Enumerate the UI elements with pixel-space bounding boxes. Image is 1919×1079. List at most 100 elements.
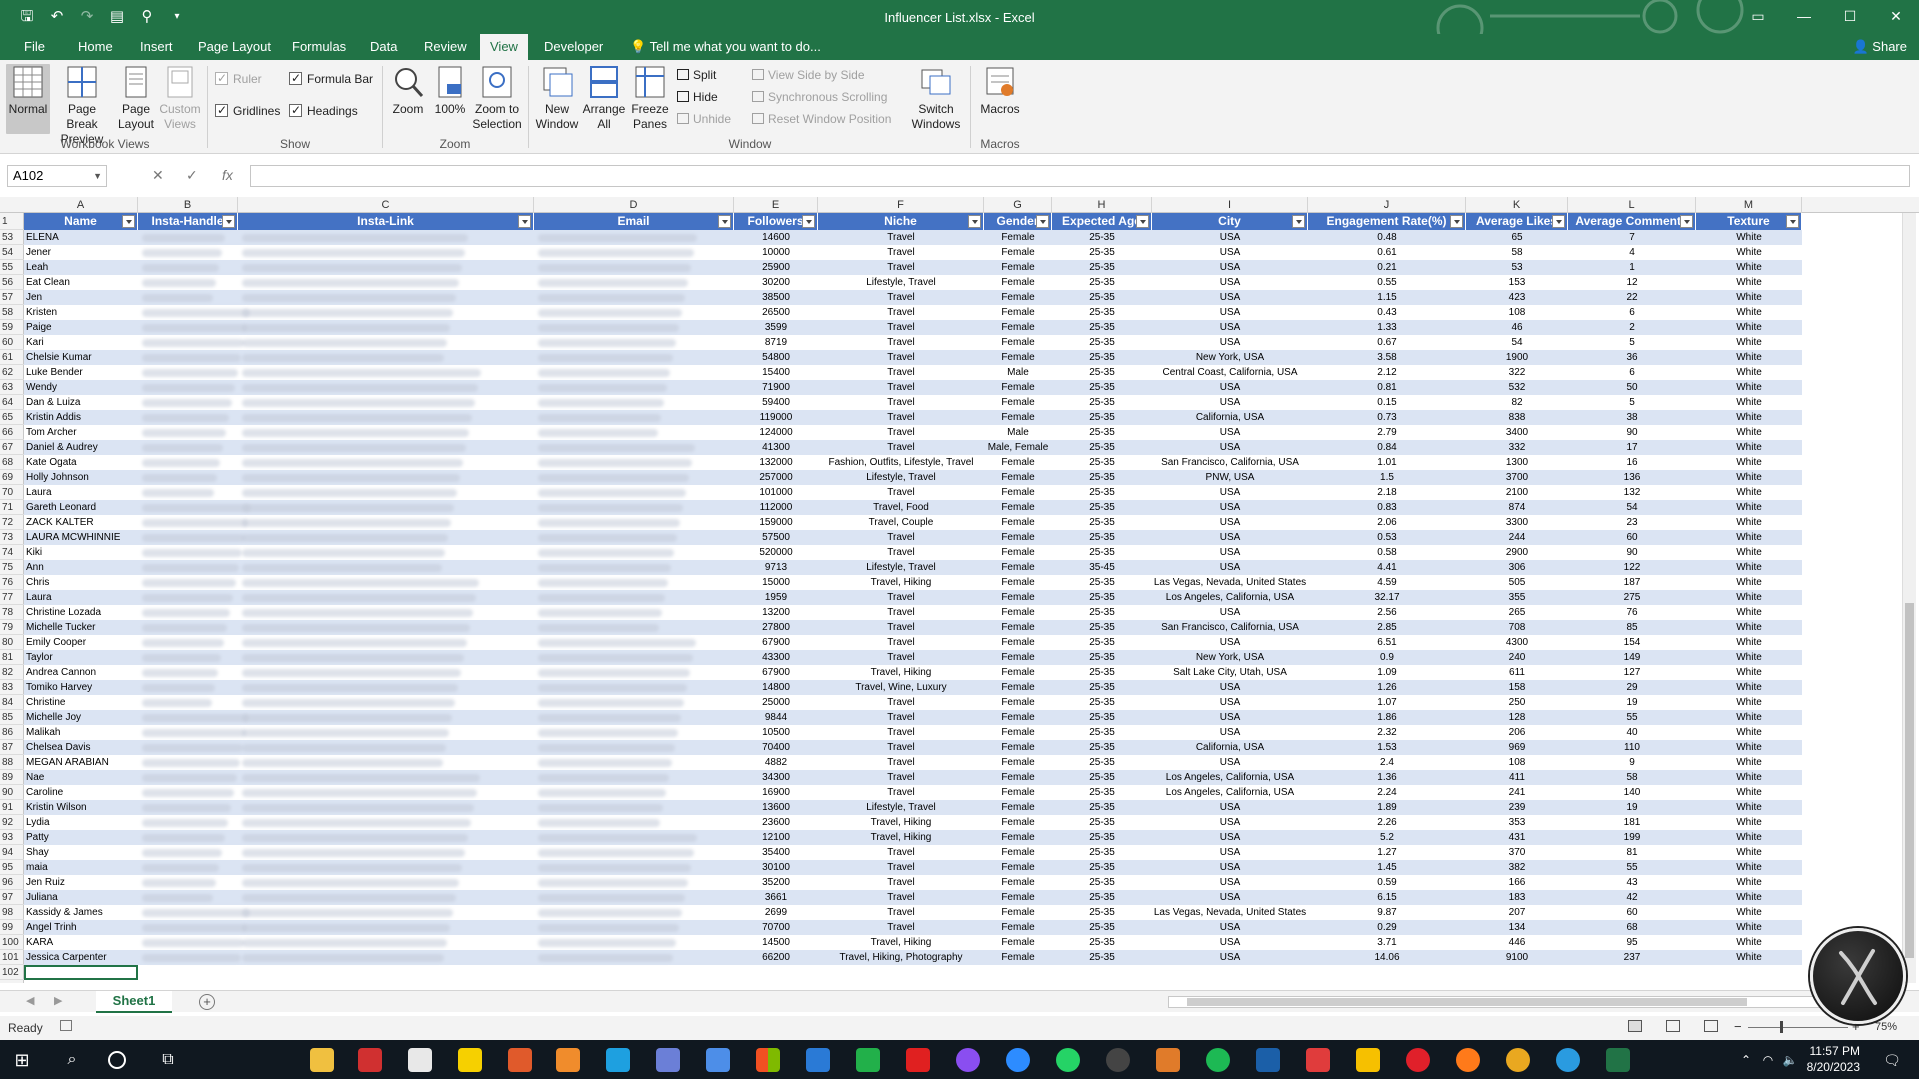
windows-start-icon[interactable]: ⊞ xyxy=(10,1048,34,1072)
cell-comments[interactable]: 110 xyxy=(1568,740,1696,755)
cell-city[interactable]: USA xyxy=(1152,635,1308,650)
cell-city[interactable]: USA xyxy=(1152,800,1308,815)
cell-followers[interactable]: 3661 xyxy=(734,890,818,905)
cell-texture[interactable]: White xyxy=(1696,635,1802,650)
cell-gender[interactable]: Female xyxy=(984,380,1052,395)
cell-comments[interactable]: 68 xyxy=(1568,920,1696,935)
cell-city[interactable]: USA xyxy=(1152,440,1308,455)
cell-eng[interactable]: 5.2 xyxy=(1308,830,1466,845)
cell-city[interactable]: USA xyxy=(1152,605,1308,620)
table-header-cell[interactable]: Gender xyxy=(984,213,1052,230)
formula-bar-checkbox[interactable]: Formula Bar xyxy=(289,69,373,88)
cell-gender[interactable]: Female xyxy=(984,665,1052,680)
cell-followers[interactable]: 10500 xyxy=(734,725,818,740)
row-header[interactable]: 98 xyxy=(0,905,24,920)
cell-gender[interactable]: Female xyxy=(984,620,1052,635)
cell-gender[interactable]: Female xyxy=(984,845,1052,860)
cell-city[interactable]: USA xyxy=(1152,710,1308,725)
cell-gender[interactable]: Female xyxy=(984,245,1052,260)
cell-name[interactable]: Chelsie Kumar xyxy=(24,350,138,365)
row-header[interactable]: 97 xyxy=(0,890,24,905)
cell-texture[interactable]: White xyxy=(1696,530,1802,545)
page-break-status-icon[interactable] xyxy=(1704,1020,1718,1032)
cell-comments[interactable]: 55 xyxy=(1568,860,1696,875)
cell-comments[interactable]: 2 xyxy=(1568,320,1696,335)
cell-name[interactable]: Chris xyxy=(24,575,138,590)
redacted-cell[interactable] xyxy=(142,714,249,722)
filter-dropdown-icon[interactable] xyxy=(1136,215,1149,228)
cell-age[interactable]: 25-35 xyxy=(1052,665,1152,680)
cell-eng[interactable]: 0.21 xyxy=(1308,260,1466,275)
cell-followers[interactable]: 3599 xyxy=(734,320,818,335)
cell-niche[interactable]: Travel, Hiking xyxy=(818,575,984,590)
cell-name[interactable]: Laura xyxy=(24,590,138,605)
whatsapp-icon[interactable] xyxy=(1056,1048,1080,1072)
redacted-cell[interactable] xyxy=(142,564,239,572)
redacted-cell[interactable] xyxy=(538,714,681,722)
redacted-cell[interactable] xyxy=(538,354,673,362)
cell-likes[interactable]: 382 xyxy=(1466,860,1568,875)
tray-chevron-icon[interactable]: ⌃ xyxy=(1734,1048,1758,1072)
cell-niche[interactable]: Travel xyxy=(818,350,984,365)
cell-niche[interactable]: Travel xyxy=(818,635,984,650)
cell-comments[interactable]: 90 xyxy=(1568,425,1696,440)
cell-city[interactable]: USA xyxy=(1152,860,1308,875)
cell-eng[interactable]: 2.24 xyxy=(1308,785,1466,800)
cell-followers[interactable]: 43300 xyxy=(734,650,818,665)
cell-niche[interactable]: Travel xyxy=(818,485,984,500)
cell-gender[interactable]: Female xyxy=(984,410,1052,425)
cell-gender[interactable]: Female xyxy=(984,335,1052,350)
cell-city[interactable]: Los Angeles, California, USA xyxy=(1152,590,1308,605)
cell-gender[interactable]: Female xyxy=(984,815,1052,830)
redacted-cell[interactable] xyxy=(242,879,459,887)
table-header-cell[interactable]: Name xyxy=(24,213,138,230)
redacted-cell[interactable] xyxy=(538,504,683,512)
firefox-icon[interactable] xyxy=(1456,1048,1480,1072)
cell-niche[interactable]: Travel xyxy=(818,545,984,560)
cell-comments[interactable]: 6 xyxy=(1568,305,1696,320)
redacted-cell[interactable] xyxy=(242,279,459,287)
redacted-cell[interactable] xyxy=(538,279,688,287)
cell-texture[interactable]: White xyxy=(1696,785,1802,800)
filter-dropdown-icon[interactable] xyxy=(222,215,235,228)
cell-eng[interactable]: 2.26 xyxy=(1308,815,1466,830)
redacted-cell[interactable] xyxy=(538,459,692,467)
search-icon[interactable]: ⌕ xyxy=(60,1048,84,1072)
cell-comments[interactable]: 9 xyxy=(1568,755,1696,770)
row-header[interactable]: 67 xyxy=(0,440,24,455)
cell-name[interactable]: Gareth Leonard xyxy=(24,500,138,515)
cell-niche[interactable]: Travel, Hiking, Photography xyxy=(818,950,984,965)
cell-texture[interactable]: White xyxy=(1696,650,1802,665)
redacted-cell[interactable] xyxy=(142,384,235,392)
cell-city[interactable]: USA xyxy=(1152,890,1308,905)
redacted-cell[interactable] xyxy=(242,639,467,647)
cell-niche[interactable]: Travel xyxy=(818,230,984,245)
cell-comments[interactable]: 60 xyxy=(1568,905,1696,920)
cell-texture[interactable]: White xyxy=(1696,740,1802,755)
redacted-cell[interactable] xyxy=(142,504,251,512)
redacted-cell[interactable] xyxy=(142,924,247,932)
redacted-cell[interactable] xyxy=(142,429,226,437)
cell-eng[interactable]: 1.86 xyxy=(1308,710,1466,725)
cell-niche[interactable]: Travel xyxy=(818,695,984,710)
page-layout-button[interactable]: Page Layout xyxy=(116,64,156,132)
cell-name[interactable]: Michelle Tucker xyxy=(24,620,138,635)
cell-city[interactable]: USA xyxy=(1152,515,1308,530)
cell-niche[interactable]: Travel xyxy=(818,305,984,320)
cell-city[interactable]: Las Vegas, Nevada, United States xyxy=(1152,905,1308,920)
zoom-to-selection-button[interactable]: Zoom to Selection xyxy=(472,64,522,132)
gridlines-checkbox[interactable]: Gridlines xyxy=(215,101,280,120)
redacted-cell[interactable] xyxy=(538,519,680,527)
redacted-cell[interactable] xyxy=(142,519,248,527)
row-header[interactable]: 65 xyxy=(0,410,24,425)
insert-function-icon[interactable]: fx xyxy=(222,167,233,183)
cell-eng[interactable]: 9.87 xyxy=(1308,905,1466,920)
cell-texture[interactable]: White xyxy=(1696,605,1802,620)
redacted-cell[interactable] xyxy=(538,324,679,332)
cell-niche[interactable]: Travel xyxy=(818,410,984,425)
cell-name[interactable]: Andrea Cannon xyxy=(24,665,138,680)
cell-gender[interactable]: Female xyxy=(984,695,1052,710)
cell-city[interactable]: California, USA xyxy=(1152,410,1308,425)
cell-name[interactable]: Kiki xyxy=(24,545,138,560)
macro-record-icon[interactable] xyxy=(60,1020,72,1031)
